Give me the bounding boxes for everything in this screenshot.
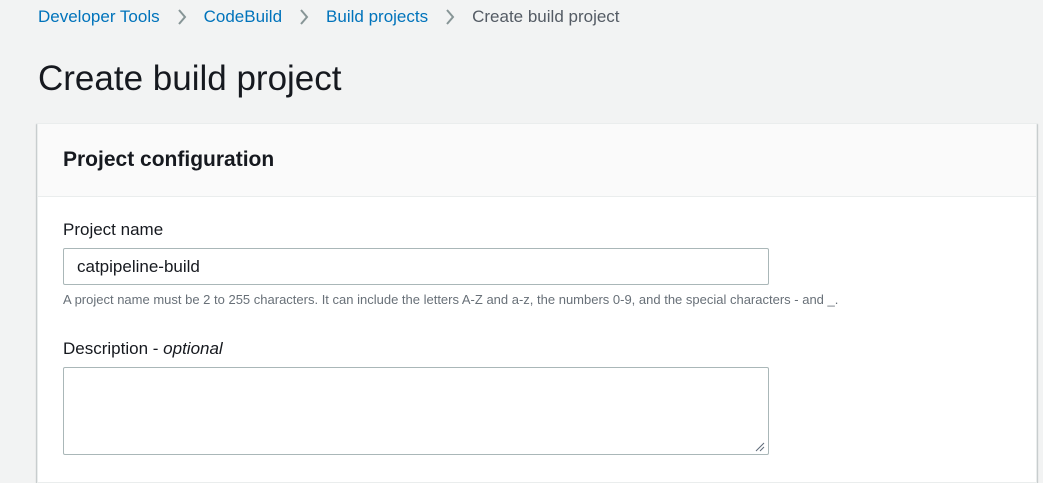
- chevron-right-icon: [282, 9, 326, 25]
- project-configuration-panel: Project configuration Project name A pro…: [37, 123, 1037, 483]
- breadcrumb-codebuild[interactable]: CodeBuild: [204, 7, 282, 27]
- page-title: Create build project: [38, 59, 342, 98]
- breadcrumb-current: Create build project: [472, 7, 620, 26]
- chevron-right-icon: [160, 9, 204, 25]
- chevron-right-icon: [428, 9, 472, 25]
- description-label-separator: -: [148, 339, 164, 358]
- project-name-label: Project name: [63, 220, 164, 239]
- breadcrumb-build-projects[interactable]: Build projects: [326, 7, 428, 27]
- optional-tag: optional: [163, 339, 223, 358]
- description-textarea[interactable]: [63, 367, 769, 455]
- panel-header: Project configuration: [38, 124, 1036, 197]
- description-label-text: Description: [63, 339, 149, 358]
- breadcrumb-developer-tools[interactable]: Developer Tools: [38, 7, 160, 27]
- description-label: Description - optional: [63, 339, 223, 359]
- resize-handle-icon[interactable]: [755, 442, 765, 452]
- panel-title: Project configuration: [63, 148, 275, 171]
- project-name-input[interactable]: [63, 248, 769, 285]
- breadcrumb: Developer Tools CodeBuild Build projects…: [38, 6, 620, 28]
- project-name-constraint: A project name must be 2 to 255 characte…: [63, 292, 839, 307]
